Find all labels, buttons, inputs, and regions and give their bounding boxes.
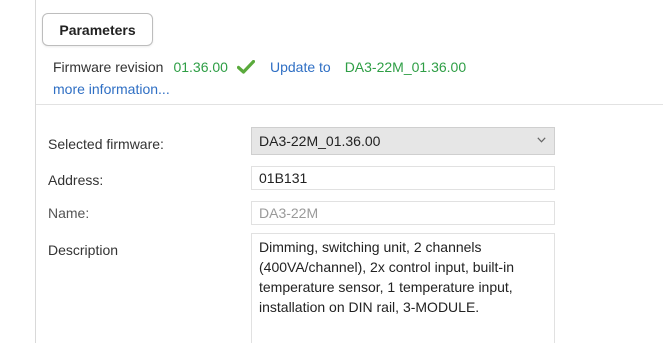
firmware-version-value: 01.36.00 [173,59,228,75]
name-label: Name: [48,205,90,221]
selected-firmware-label: Selected firmware: [48,136,164,152]
firmware-revision-line: Firmware revision 01.36.00 Update to DA3… [53,59,466,75]
parameters-button[interactable]: Parameters [42,13,153,46]
address-label: Address: [48,172,104,188]
check-icon [236,59,256,74]
address-field[interactable]: 01B131 [251,166,555,190]
chevron-down-icon [537,137,546,143]
description-label: Description [48,242,119,258]
selected-firmware-value: DA3-22M_01.36.00 [259,133,381,149]
more-information-link[interactable]: more information... [53,81,170,97]
update-target-version[interactable]: DA3-22M_01.36.00 [345,59,466,75]
update-to-link[interactable]: Update to [270,59,331,75]
selected-firmware-select[interactable]: DA3-22M_01.36.00 [251,127,555,155]
name-field[interactable]: DA3-22M [251,201,555,225]
device-parameters-panel: Parameters Firmware revision 01.36.00 Up… [0,0,663,343]
section-divider [36,104,663,105]
description-field[interactable]: Dimming, switching unit, 2 channels (400… [251,233,555,343]
firmware-revision-label: Firmware revision [53,59,164,75]
